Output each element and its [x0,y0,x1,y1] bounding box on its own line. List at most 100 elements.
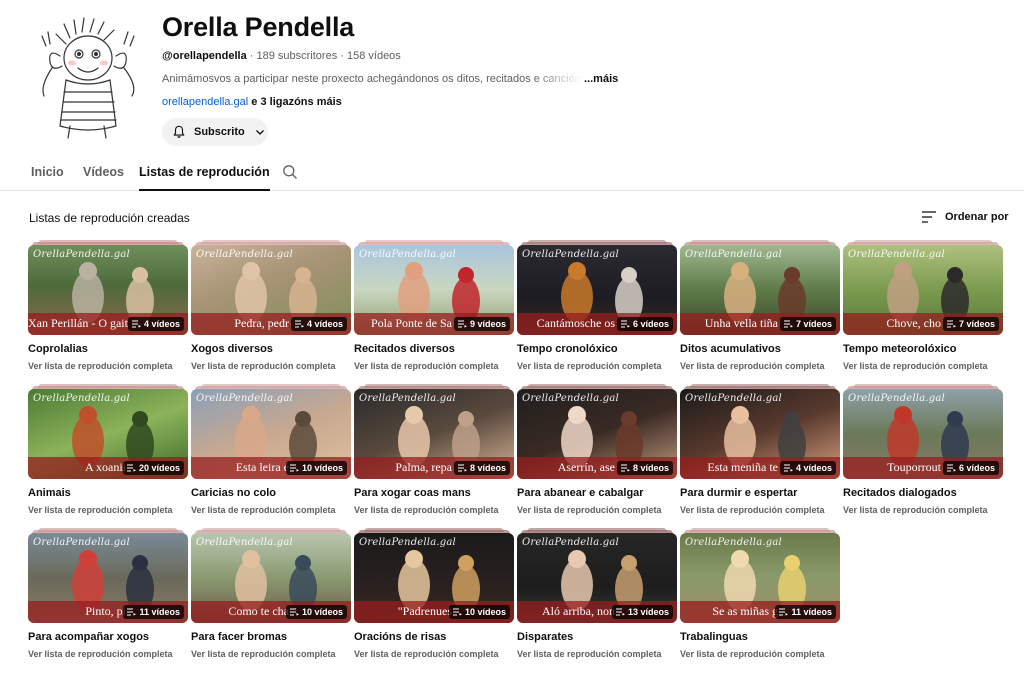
playlist-thumbnail[interactable]: OrellaPendella.gal Touporrout 6 vídeos [843,389,1003,479]
view-full-playlist-link[interactable]: Ver lista de reprodución completa [680,649,825,659]
view-full-playlist-link[interactable]: Ver lista de reprodución completa [191,361,336,371]
view-full-playlist-link[interactable]: Ver lista de reprodución completa [517,361,662,371]
video-count-badge: 11 vídeos [123,605,184,619]
playlist-title[interactable]: Xogos diversos [191,343,273,355]
playlist-thumbnail[interactable]: OrellaPendella.gal Xan Perillán - O gait… [28,245,188,335]
playlist-title[interactable]: Animais [28,487,71,499]
view-full-playlist-link[interactable]: Ver lista de reprodución completa [191,649,336,659]
playlist-title[interactable]: Para durmir e espertar [680,487,797,499]
playlist-thumbnail[interactable]: OrellaPendella.gal Aló arriba, non 13 ví… [517,533,677,623]
playlist-card[interactable]: OrellaPendella.gal Aló arriba, non 13 ví… [517,528,677,659]
playlist-card[interactable]: OrellaPendella.gal Pola Ponte de Sa 9 ví… [354,240,514,371]
channel-avatar[interactable] [30,16,148,140]
view-full-playlist-link[interactable]: Ver lista de reprodución completa [843,505,988,515]
thumbnail-watermark: OrellaPendella.gal [33,249,130,260]
playlist-thumbnail[interactable]: OrellaPendella.gal Esta leira é 10 vídeo… [191,389,351,479]
thumbnail-watermark: OrellaPendella.gal [848,249,945,260]
playlist-thumbnail[interactable]: OrellaPendella.gal "Padrenues 10 vídeos [354,533,514,623]
thumbnail-overlay-text: Unha vella tiña [704,316,778,330]
video-count-badge: 13 vídeos [611,605,673,619]
view-full-playlist-link[interactable]: Ver lista de reprodución completa [517,649,662,659]
playlist-card[interactable]: OrellaPendella.gal Unha vella tiña 7 víd… [680,240,840,371]
playlist-icon [131,320,141,328]
thumbnail-watermark: OrellaPendella.gal [196,537,293,548]
playlist-card[interactable]: OrellaPendella.gal Touporrout 6 vídeos R… [843,384,1003,515]
sort-button[interactable]: Ordenar por [921,210,1009,224]
view-full-playlist-link[interactable]: Ver lista de reprodución completa [28,505,173,515]
playlist-icon [783,320,793,328]
playlist-card[interactable]: OrellaPendella.gal Palma, repa 8 vídeos … [354,384,514,515]
playlist-thumbnail[interactable]: OrellaPendella.gal Como te cha 10 vídeos [191,533,351,623]
playlist-title[interactable]: Coprolalias [28,343,88,355]
thumbnail-watermark: OrellaPendella.gal [685,537,782,548]
video-count-badge: 6 vídeos [616,317,673,331]
view-full-playlist-link[interactable]: Ver lista de reprodución completa [191,505,336,515]
view-full-playlist-link[interactable]: Ver lista de reprodución completa [28,649,173,659]
playlist-title[interactable]: Tempo meteorolóxico [843,343,956,355]
view-full-playlist-link[interactable]: Ver lista de reprodución completa [680,505,825,515]
video-count-label: 10 vídeos [301,463,343,473]
tab-playlists[interactable]: Listas de reprodución [139,165,270,191]
playlist-card[interactable]: OrellaPendella.gal Esta leira é 10 vídeo… [191,384,351,515]
playlist-card[interactable]: OrellaPendella.gal A xoanii 20 vídeos An… [28,384,188,515]
playlist-icon [946,320,956,328]
playlist-title[interactable]: Tempo cronolóxico [517,343,618,355]
playlist-title[interactable]: Para facer bromas [191,631,287,643]
playlist-title[interactable]: Oracións de risas [354,631,446,643]
playlist-thumbnail[interactable]: OrellaPendella.gal Unha vella tiña 7 víd… [680,245,840,335]
playlist-thumbnail[interactable]: OrellaPendella.gal A xoanii 20 vídeos [28,389,188,479]
view-full-playlist-link[interactable]: Ver lista de reprodución completa [354,649,499,659]
playlist-thumbnail[interactable]: OrellaPendella.gal Chove, cho 7 vídeos [843,245,1003,335]
playlist-card[interactable]: OrellaPendella.gal Esta meniña te 4 víde… [680,384,840,515]
playlist-card[interactable]: OrellaPendella.gal Aserrín, ase 8 vídeos… [517,384,677,515]
playlist-title[interactable]: Para abanear e cabalgar [517,487,644,499]
more-links-link[interactable]: e 3 ligazóns máis [248,96,342,108]
playlist-title[interactable]: Caricias no colo [191,487,276,499]
playlist-card[interactable]: OrellaPendella.gal Xan Perillán - O gait… [28,240,188,371]
description-more-link[interactable]: ...máis [584,73,618,85]
playlist-thumbnail[interactable]: OrellaPendella.gal Palma, repa 8 vídeos [354,389,514,479]
playlist-thumbnail[interactable]: OrellaPendella.gal Pedra, pedr 4 vídeos [191,245,351,335]
playlist-thumbnail[interactable]: OrellaPendella.gal Se as miñas g 11 víde… [680,533,840,623]
view-full-playlist-link[interactable]: Ver lista de reprodución completa [354,361,499,371]
playlist-thumbnail[interactable]: OrellaPendella.gal Cantámosche os 6 víde… [517,245,677,335]
channel-title: Orella Pendella [162,12,355,42]
playlist-title[interactable]: Ditos acumulativos [680,343,781,355]
playlist-thumbnail[interactable]: OrellaPendella.gal Pinto, pi 11 vídeos [28,533,188,623]
tab-inicio[interactable]: Inicio [31,165,64,191]
thumbnail-watermark: OrellaPendella.gal [359,537,456,548]
tab-videos[interactable]: Vídeos [83,165,124,191]
thumbnail-overlay-text: Cantámosche os [536,316,615,330]
playlist-title[interactable]: Trabalinguas [680,631,748,643]
video-count-label: 4 vídeos [795,463,832,473]
playlist-card[interactable]: OrellaPendella.gal Se as miñas g 11 víde… [680,528,840,659]
playlist-title[interactable]: Recitados dialogados [843,487,957,499]
playlist-title[interactable]: Disparates [517,631,573,643]
playlist-thumbnail[interactable]: OrellaPendella.gal Esta meniña te 4 víde… [680,389,840,479]
playlist-title[interactable]: Recitados diversos [354,343,455,355]
playlist-card[interactable]: OrellaPendella.gal Cantámosche os 6 víde… [517,240,677,371]
video-count-badge: 20 vídeos [122,461,184,475]
playlist-title[interactable]: Para xogar coas mans [354,487,471,499]
playlist-card[interactable]: OrellaPendella.gal Pinto, pi 11 vídeos P… [28,528,188,659]
thumbnail-overlay-text: Palma, repa [395,460,452,474]
playlist-thumbnail[interactable]: OrellaPendella.gal Aserrín, ase 8 vídeos [517,389,677,479]
playlist-card[interactable]: OrellaPendella.gal Chove, cho 7 vídeos T… [843,240,1003,371]
channel-website-link[interactable]: orellapendella.gal [162,96,248,108]
search-icon[interactable] [282,164,298,180]
view-full-playlist-link[interactable]: Ver lista de reprodución completa [517,505,662,515]
playlist-card[interactable]: OrellaPendella.gal Como te cha 10 vídeos… [191,528,351,659]
video-count-label: 10 vídeos [301,607,343,617]
playlist-card[interactable]: OrellaPendella.gal "Padrenues 10 vídeos … [354,528,514,659]
view-full-playlist-link[interactable]: Ver lista de reprodución completa [680,361,825,371]
playlist-title[interactable]: Para acompañar xogos [28,631,149,643]
thumbnail-watermark: OrellaPendella.gal [196,393,293,404]
channel-description[interactable]: Animámosvos a participar neste proxecto … [162,73,632,85]
view-full-playlist-link[interactable]: Ver lista de reprodución completa [354,505,499,515]
thumbnail-overlay-text: "Padrenues [397,604,452,618]
view-full-playlist-link[interactable]: Ver lista de reprodución completa [28,361,173,371]
view-full-playlist-link[interactable]: Ver lista de reprodución completa [843,361,988,371]
subscribe-button[interactable]: Subscrito [162,118,268,146]
playlist-thumbnail[interactable]: OrellaPendella.gal Pola Ponte de Sa 9 ví… [354,245,514,335]
playlist-card[interactable]: OrellaPendella.gal Pedra, pedr 4 vídeos … [191,240,351,371]
